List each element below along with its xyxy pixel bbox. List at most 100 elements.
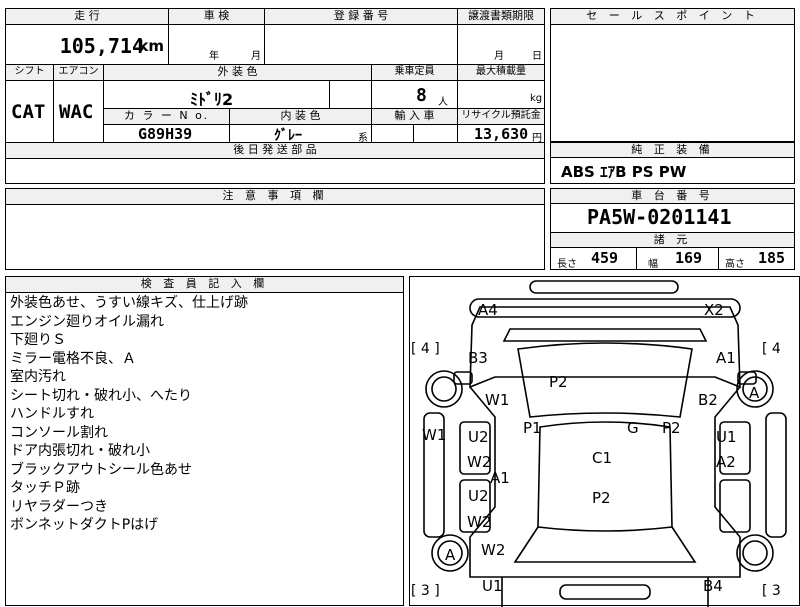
- length-value: 459: [591, 249, 619, 267]
- later-parts-area: [6, 159, 544, 183]
- exterior-color-value: ﾐﾄﾞﾘ2: [190, 90, 234, 109]
- recycle-label: リサイクル預託金: [458, 109, 544, 125]
- diagram-label-c1: C1: [592, 449, 613, 467]
- interior-color-label: 内 装 色: [230, 109, 372, 125]
- diagram-label-p2-top: P2: [549, 373, 568, 391]
- import-cell-b: [414, 125, 458, 143]
- inspector-lines: 外装色あせ、うすい線キズ、仕上げ跡 エンジン廻りオイル漏れ 下廻りＳ ミラー電格…: [10, 294, 400, 535]
- recycle-cell: 13,630 円: [458, 125, 544, 144]
- tire-count-bottom-right: [ 3: [762, 583, 781, 599]
- tire-count-top-right: [ 4: [762, 341, 781, 357]
- sales-point-box: セ ー ル ス ポ イ ン ト: [550, 8, 795, 142]
- inspection-year: 年: [209, 51, 219, 62]
- recycle-value: 13,630: [474, 125, 529, 143]
- mileage-value: 105,714: [59, 34, 144, 58]
- capacity-unit: 人: [438, 97, 448, 108]
- inspector-line: シート切れ・破れ小、へたり: [10, 387, 192, 404]
- ac-cell: WAC: [54, 81, 104, 143]
- diagram-label-b4: B4: [703, 577, 723, 595]
- transfer-day: 日: [532, 51, 542, 62]
- equipment-value: ABS ｴｱB PS PW: [561, 163, 687, 181]
- color-no-cell: G89H39: [104, 125, 230, 143]
- diagram-label-w1-a: W1: [485, 391, 510, 409]
- equipment-label: 純 正 装 備: [551, 143, 794, 158]
- recycle-unit: 円: [532, 133, 542, 144]
- inspector-line: タッチＰ跡: [10, 480, 80, 496]
- interior-color-suffix: 系: [358, 133, 368, 144]
- inspector-line: ハンドルすれ: [10, 406, 94, 422]
- diagram-label-a1-mid: A1: [490, 469, 510, 487]
- diagram-label-x2: X2: [704, 301, 724, 319]
- width-value: 169: [675, 249, 703, 267]
- vehicle-info-table: 走 行 車 検 登 録 番 号 譲渡書類期限 105,714 km 年 月 月 …: [5, 8, 545, 184]
- diagram-label-p2-mid: P2: [662, 419, 681, 437]
- capacity-label: 乗車定員: [372, 65, 458, 81]
- diagram-label-b2: B2: [698, 391, 718, 409]
- diagram-label-a4: A4: [478, 301, 498, 319]
- diagram-label-p2-low: P2: [592, 489, 611, 507]
- inspector-line: リヤラダーつき: [10, 498, 108, 515]
- exterior-extra-cell: [330, 81, 372, 109]
- sales-point-label: セ ー ル ス ポ イ ン ト: [551, 9, 794, 25]
- max-load-label: 最大積載量: [458, 65, 544, 81]
- diagram-label-a2: A2: [716, 453, 736, 471]
- equipment-box: 純 正 装 備 ABS ｴｱB PS PW: [550, 142, 795, 184]
- inspection-label: 車 検: [169, 9, 265, 25]
- diagram-label-p1: P1: [523, 419, 542, 437]
- capacity-value: 8: [416, 85, 427, 106]
- inspector-line: ミラー電格不良、Ａ: [10, 350, 136, 367]
- diagram-label-b3: B3: [468, 349, 488, 367]
- inspector-line: エンジン廻りオイル漏れ: [10, 313, 164, 330]
- notes-label: 注 意 事 項 欄: [6, 189, 544, 205]
- inspector-line: ブラックアウトシール色あせ: [10, 461, 192, 478]
- chassis-number: PA5W-0201141: [587, 205, 732, 229]
- registration-label: 登 録 番 号: [265, 9, 458, 25]
- color-no-label: カ ラ ー N o.: [104, 109, 230, 125]
- exterior-color-label: 外 装 色: [104, 65, 372, 81]
- spec-label: 諸 元: [551, 232, 794, 248]
- import-cell-a: [372, 125, 414, 143]
- inspector-line: 外装色あせ、うすい線キズ、仕上げ跡: [10, 295, 248, 311]
- exterior-color-cell: ﾐﾄﾞﾘ2: [104, 81, 330, 109]
- diagram-label-w1-b: W1: [422, 426, 447, 444]
- diagram-label-u1-a: U1: [716, 428, 737, 446]
- chassis-box: 車 台 番 号 PA5W-0201141 諸 元 長さ 459 幅 169 高さ…: [550, 188, 795, 270]
- notes-box: 注 意 事 項 欄: [5, 188, 545, 270]
- diagram-label-u2-b: U2: [468, 487, 489, 505]
- ac-label: エアコン: [54, 65, 104, 81]
- registration-cell: [265, 25, 458, 65]
- ac-value: WAC: [59, 101, 94, 123]
- diagram-label-w2-b: W2: [467, 513, 492, 531]
- mileage-unit: km: [138, 37, 164, 55]
- max-load-cell: kg: [458, 81, 544, 109]
- chassis-label: 車 台 番 号: [551, 189, 794, 204]
- diagram-label-tire-a-low: A: [445, 546, 456, 564]
- car-diagram-box: A4 X2 B3 A1 P2 W1 B2 A W1 U2 P1 G P2 U1 …: [409, 276, 800, 607]
- height-value: 185: [758, 249, 786, 267]
- shift-cell: CAT: [6, 81, 54, 143]
- inspector-line: ドア内張切れ・破れ小: [10, 443, 150, 459]
- mileage-cell: 105,714 km: [6, 25, 169, 65]
- diagram-label-a1-top: A1: [716, 349, 736, 367]
- inspector-line: ボンネットダクトPはげ: [10, 517, 159, 533]
- height-label: 高さ: [725, 259, 745, 270]
- diagram-label-g: G: [627, 419, 639, 437]
- length-label: 長さ: [557, 259, 577, 270]
- transfer-cell: 月 日: [458, 25, 544, 65]
- shift-value: CAT: [11, 101, 46, 123]
- inspector-label: 検 査 員 記 入 欄: [6, 277, 403, 293]
- color-no-value: G89H39: [138, 125, 193, 143]
- spec-divider-2: [718, 247, 719, 269]
- diagram-label-u2-a: U2: [468, 428, 489, 446]
- tire-count-bottom-left: [ 3 ]: [411, 583, 440, 599]
- inspection-month: 月: [251, 51, 261, 62]
- capacity-cell: 8 人: [372, 81, 458, 109]
- tire-count-top-left: [ 4 ]: [411, 341, 440, 357]
- diagram-label-w2-c: W2: [481, 541, 506, 559]
- interior-color-cell: ｸﾞﾚｰ 系: [230, 125, 372, 144]
- inspector-line: 下廻りＳ: [10, 332, 66, 348]
- shift-label: シフト: [6, 65, 54, 81]
- inspection-cell: 年 月: [169, 25, 265, 65]
- interior-color-value: ｸﾞﾚｰ: [274, 128, 302, 144]
- diagram-label-tire-a-top: A: [749, 384, 760, 402]
